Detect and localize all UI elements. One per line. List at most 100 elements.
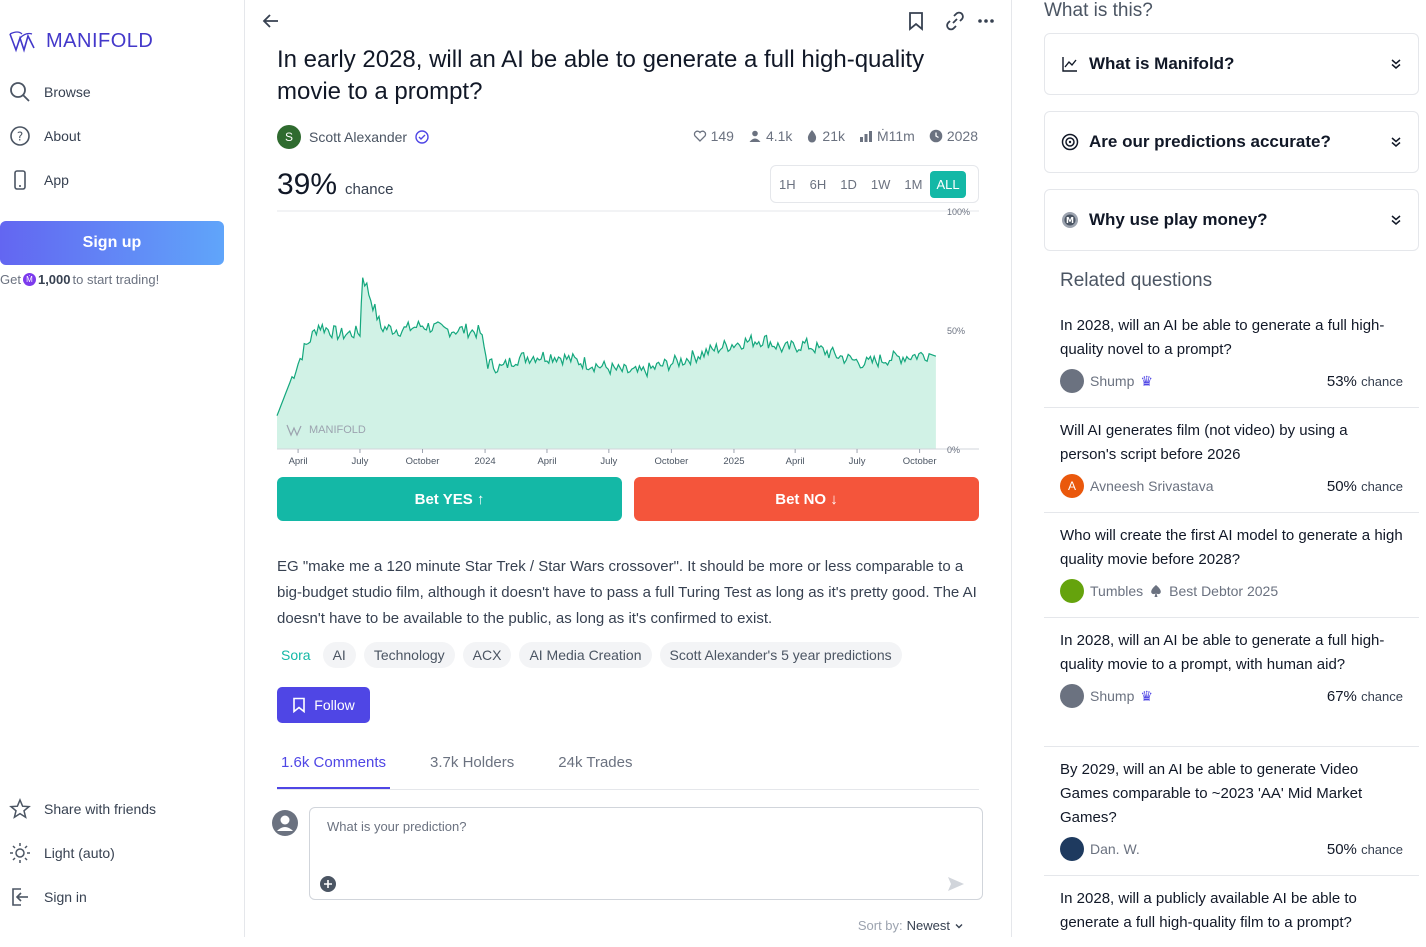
sign-in-icon bbox=[8, 885, 32, 909]
heart-icon bbox=[693, 130, 706, 142]
tab-comments[interactable]: 1.6k Comments bbox=[277, 750, 391, 789]
close-date-stat: 2028 bbox=[929, 128, 978, 144]
share-label: Share with friends bbox=[44, 801, 157, 817]
droplet-icon bbox=[808, 130, 817, 143]
sign-in[interactable]: Sign in bbox=[8, 885, 87, 909]
range-1h[interactable]: 1H bbox=[773, 171, 802, 198]
link-icon[interactable] bbox=[945, 11, 965, 31]
tag-ai[interactable]: AI bbox=[322, 642, 356, 668]
related-author[interactable]: Tumbles bbox=[1090, 583, 1143, 599]
chart-y-ticks: 100% 50% 0% bbox=[947, 207, 970, 455]
related-question-title: Will AI generates film (not video) by us… bbox=[1060, 422, 1348, 463]
chevron-double-down-icon bbox=[1391, 59, 1401, 69]
related-author[interactable]: Shump bbox=[1090, 688, 1134, 704]
related-question-title: In 2028, will an AI be able to generate … bbox=[1060, 632, 1385, 673]
faq-why-play-money[interactable]: M Why use play money? bbox=[1044, 189, 1419, 251]
theme-label: Light (auto) bbox=[44, 845, 115, 861]
avatar bbox=[1060, 684, 1084, 708]
x-tick-label: October bbox=[903, 456, 937, 467]
range-all[interactable]: ALL bbox=[930, 170, 966, 198]
svg-text:M: M bbox=[1066, 216, 1074, 225]
range-6h[interactable]: 6H bbox=[804, 171, 833, 198]
follow-button[interactable]: Follow bbox=[277, 687, 370, 723]
market-main: In early 2028, will an AI be able to gen… bbox=[245, 0, 1012, 937]
theme-toggle[interactable]: Light (auto) bbox=[8, 841, 115, 865]
range-1d[interactable]: 1D bbox=[834, 171, 863, 198]
faq-what-is-manifold[interactable]: What is Manifold? bbox=[1044, 33, 1419, 95]
manifold-logo-icon bbox=[9, 31, 35, 53]
range-1m[interactable]: 1M bbox=[898, 171, 928, 198]
right-panel: What is this? What is Manifold? Are our … bbox=[1013, 0, 1426, 937]
tag-scott-alexander-predictions[interactable]: Scott Alexander's 5 year predictions bbox=[659, 642, 902, 668]
faq-label: Are our predictions accurate? bbox=[1089, 132, 1331, 151]
related-question-meta: Tumbles Best Debtor 2025 bbox=[1060, 579, 1403, 603]
probability-label: chance bbox=[345, 181, 394, 198]
tag-technology[interactable]: Technology bbox=[363, 642, 455, 668]
avatar bbox=[1060, 369, 1084, 393]
x-tick-label: October bbox=[406, 456, 440, 467]
related-question[interactable]: Who will create the first AI model to ge… bbox=[1044, 524, 1419, 618]
related-question[interactable]: By 2029, will an AI be able to generate … bbox=[1044, 758, 1419, 876]
chart-line-icon bbox=[1062, 57, 1077, 72]
related-question-title: In 2028, will an AI be able to generate … bbox=[1060, 317, 1385, 358]
related-question[interactable]: Will AI generates film (not video) by us… bbox=[1044, 419, 1419, 513]
sort-control[interactable]: Sort by: Newest bbox=[858, 918, 964, 933]
add-attachment-icon[interactable] bbox=[320, 876, 336, 892]
nav-app[interactable]: App bbox=[8, 168, 69, 192]
share-with-friends[interactable]: Share with friends bbox=[8, 797, 156, 821]
nav-browse[interactable]: Browse bbox=[8, 80, 91, 104]
tag-acx[interactable]: ACX bbox=[462, 642, 512, 668]
author-avatar: S bbox=[277, 125, 301, 149]
bet-yes-button[interactable]: Bet YES ↑ bbox=[277, 477, 622, 521]
author-row[interactable]: S Scott Alexander bbox=[277, 125, 429, 149]
bet-no-button[interactable]: Bet NO ↓ bbox=[634, 477, 979, 521]
related-question-meta: A Avneesh Srivastava 50% chance bbox=[1060, 474, 1403, 498]
author-name[interactable]: Scott Alexander bbox=[309, 129, 407, 145]
tab-holders[interactable]: 3.7k Holders bbox=[426, 750, 518, 789]
volume-stat: 21k bbox=[806, 128, 845, 144]
probability-display: 39% chance bbox=[277, 168, 393, 202]
crown-icon: ♛ bbox=[1140, 687, 1153, 704]
related-question-title: In 2028, will a publicly available AI be… bbox=[1060, 890, 1357, 931]
manifold-logo[interactable]: MANIFOLD bbox=[8, 28, 153, 54]
related-author[interactable]: Dan. W. bbox=[1090, 841, 1140, 857]
related-question-meta: Dan. W. 50% chance bbox=[1060, 837, 1403, 861]
nav-about[interactable]: ? About bbox=[8, 124, 81, 148]
range-1w[interactable]: 1W bbox=[865, 171, 897, 198]
x-tick-label: April bbox=[786, 456, 805, 467]
back-arrow-icon[interactable] bbox=[261, 11, 281, 31]
sign-in-label: Sign in bbox=[44, 889, 87, 905]
traders-stat: 4.1k bbox=[748, 128, 792, 144]
related-author[interactable]: Shump bbox=[1090, 373, 1134, 389]
send-icon[interactable] bbox=[946, 874, 966, 894]
faq-predictions-accurate[interactable]: Are our predictions accurate? bbox=[1044, 111, 1419, 173]
nav-browse-label: Browse bbox=[44, 84, 91, 100]
related-question[interactable]: In 2028, will an AI be able to generate … bbox=[1044, 629, 1419, 747]
chart-x-ticks: April July October 2024 April July October 2025… bbox=[289, 449, 937, 467]
signup-note-prefix: Get bbox=[0, 272, 21, 287]
related-questions-heading: Related questions bbox=[1060, 270, 1213, 291]
chart-area bbox=[276, 277, 979, 450]
comment-input[interactable]: What is your prediction? bbox=[309, 807, 983, 900]
probability-chart[interactable]: 100% 50% 0% April July October 2024 April July O… bbox=[275, 203, 981, 469]
signup-button[interactable]: Sign up bbox=[0, 221, 224, 265]
avatar: A bbox=[1060, 474, 1084, 498]
x-tick-label: July bbox=[352, 456, 369, 467]
bookmark-icon[interactable] bbox=[907, 11, 925, 31]
related-question[interactable]: In 2028, will an AI be able to generate … bbox=[1044, 314, 1419, 408]
tab-trades[interactable]: 24k Trades bbox=[554, 750, 636, 789]
x-tick-label: 2024 bbox=[475, 456, 496, 467]
mana-coin-icon: Ṁ bbox=[22, 273, 36, 286]
related-probability: 53% chance bbox=[1326, 372, 1403, 390]
x-tick-label: July bbox=[849, 456, 866, 467]
likes-stat[interactable]: 149 bbox=[693, 128, 734, 144]
related-author[interactable]: Avneesh Srivastava bbox=[1090, 478, 1213, 494]
more-options-icon[interactable] bbox=[976, 11, 996, 31]
tag-ai-media-creation[interactable]: AI Media Creation bbox=[519, 642, 652, 668]
user-avatar-icon bbox=[272, 810, 298, 836]
x-tick-label: 2025 bbox=[723, 456, 744, 467]
related-question[interactable]: In 2028, will a publicly available AI be… bbox=[1044, 887, 1419, 947]
related-question-meta: Shump ♛ 53% chance bbox=[1060, 369, 1403, 393]
sidebar: MANIFOLD Browse ? About App Sign up Get … bbox=[0, 0, 245, 937]
tag-sora[interactable]: Sora bbox=[277, 642, 315, 668]
